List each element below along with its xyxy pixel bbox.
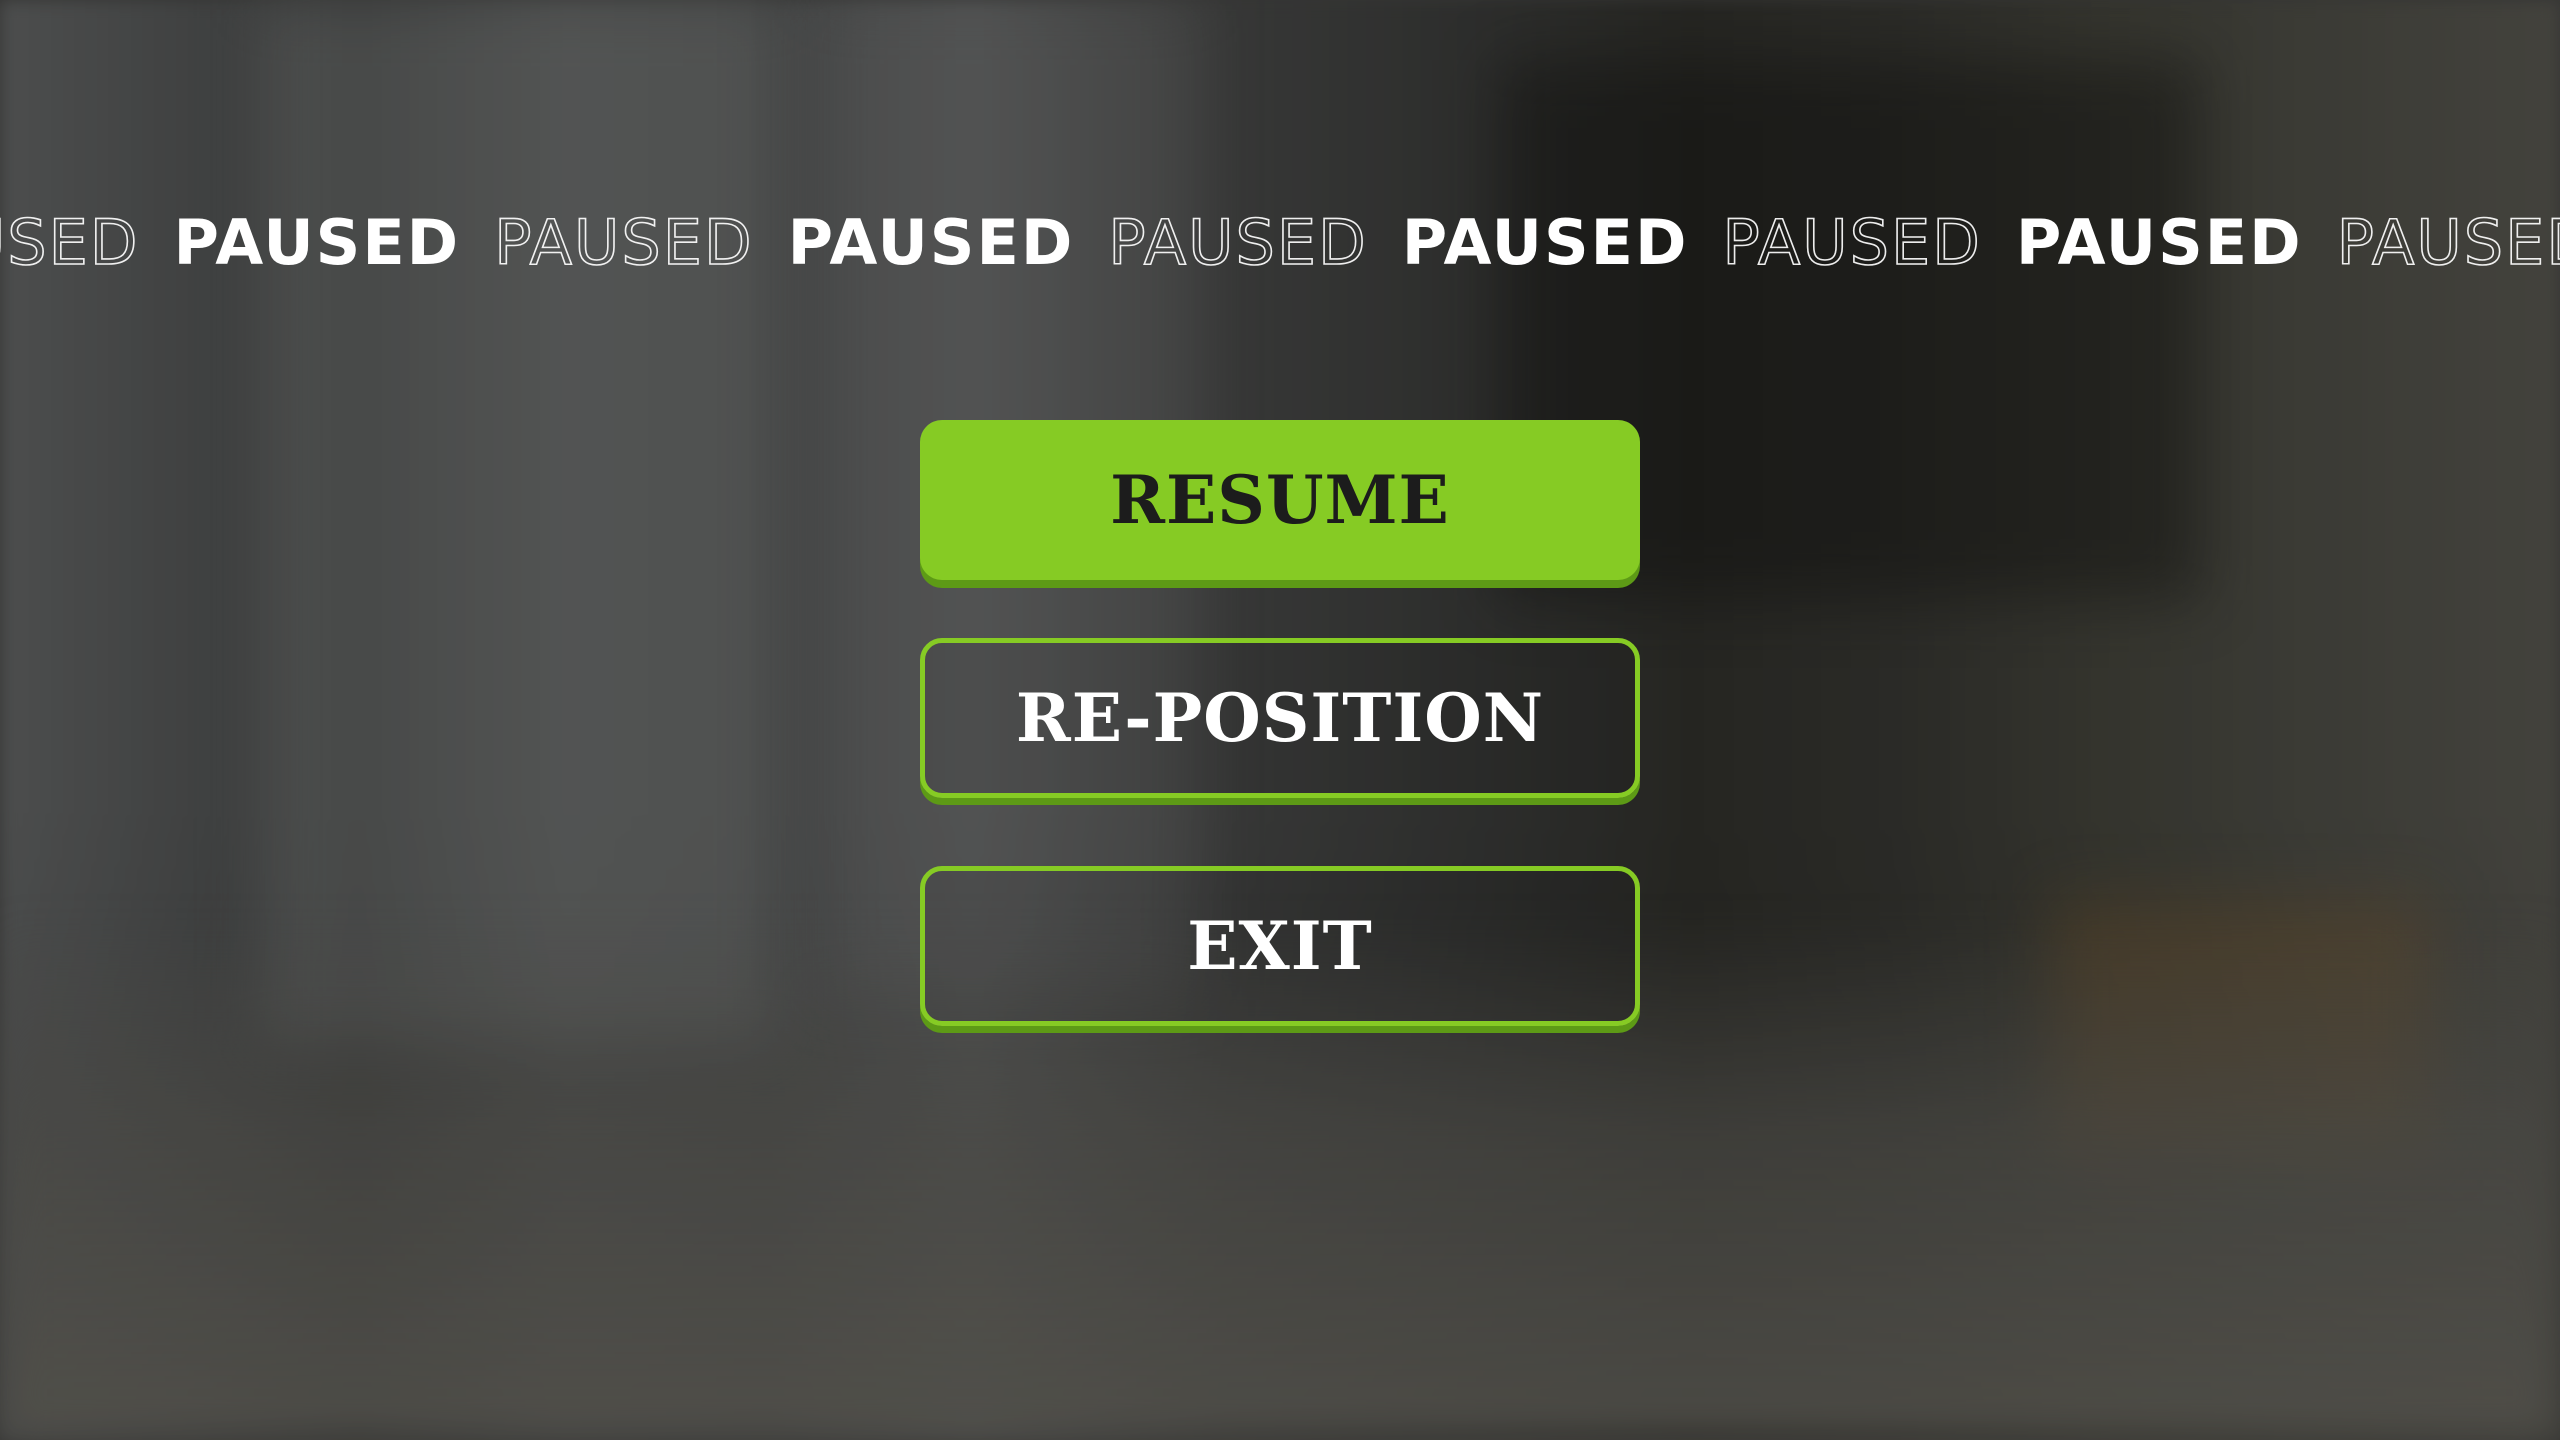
paused-banner-word: PAUSED [1107, 206, 1368, 279]
reposition-button[interactable]: RE-POSITION [920, 638, 1640, 798]
paused-banner-word: PAUSED [173, 206, 461, 279]
pause-menu: RESUME RE-POSITION EXIT [920, 420, 1640, 1026]
paused-banner-word: PAUSED [1722, 206, 1982, 279]
paused-banner-word: PAUSED [0, 206, 140, 279]
resume-button[interactable]: RESUME [920, 420, 1640, 580]
paused-banner-word: PAUSED [1401, 206, 1689, 279]
paused-banner-word: PAUSED [2015, 206, 2303, 279]
paused-banner: PAUSED PAUSED PAUSED PAUSED PAUSED PAUSED PAUS… [0, 206, 2560, 279]
paused-banner-word: PAUSED [493, 206, 754, 279]
pause-screen: PAUSED PAUSED PAUSED PAUSED PAUSED PAUSED PAUS… [0, 0, 2560, 1440]
paused-banner-word: PAUSED [787, 206, 1075, 279]
paused-banner-word: PAUSED [2336, 206, 2560, 279]
exit-button[interactable]: EXIT [920, 866, 1640, 1026]
